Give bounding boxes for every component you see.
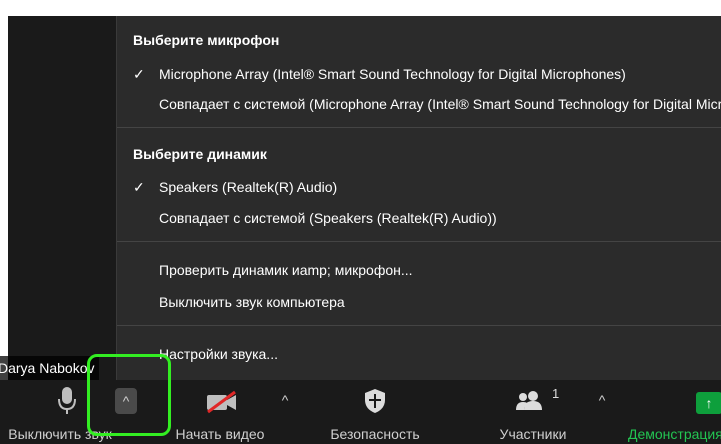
mute-computer-audio-item[interactable]: Выключить звук компьютера (133, 290, 721, 314)
start-video-label: Начать видео (175, 426, 265, 442)
share-screen-label: Демонстрация (628, 426, 721, 442)
speaker-item-realtek[interactable]: ✓ Speakers (Realtek(R) Audio) (133, 175, 721, 199)
highlight-annotation (87, 354, 171, 436)
microphone-item-same-as-system[interactable]: Совпадает с системой (Microphone Array (… (133, 92, 721, 116)
audio-settings-label: Настройки звука... (159, 346, 278, 362)
menu-divider (117, 241, 721, 242)
menu-divider (117, 325, 721, 326)
microphone-icon (58, 387, 76, 414)
participant-name: Darya Nabokov (0, 360, 95, 376)
audio-options-menu: Выберите микрофон ✓ Microphone Array (Int… (116, 16, 721, 380)
speaker-section-title: Выберите динамик (133, 146, 267, 162)
video-off-icon (207, 390, 236, 414)
participant-name-tag: Darya Nabokov (0, 356, 99, 380)
security-label: Безопасность (330, 426, 420, 442)
participants-count: 1 (552, 386, 560, 401)
share-screen-icon: ↑ (696, 392, 721, 414)
start-video-button[interactable]: Начать видео (165, 380, 275, 444)
speaker-item-label: Совпадает с системой (Speakers (Realtek(… (159, 210, 497, 226)
speaker-item-same-as-system[interactable]: Совпадает с системой (Speakers (Realtek(… (133, 206, 721, 230)
mute-computer-audio-label: Выключить звук компьютера (159, 294, 345, 310)
menu-divider (117, 127, 721, 128)
check-icon: ✓ (133, 66, 145, 82)
test-speaker-mic-label: Проверить динамик иamp; микрофон... (159, 262, 413, 278)
security-button[interactable]: Безопасность (320, 380, 430, 444)
video-options-caret[interactable]: ^ (275, 390, 295, 410)
participants-icon (516, 391, 542, 410)
shield-icon (365, 389, 385, 413)
participants-options-caret[interactable]: ^ (592, 390, 612, 410)
microphone-item-label: Совпадает с системой (Microphone Array (… (159, 96, 721, 112)
share-screen-button[interactable]: ↑ Демонстрация (628, 380, 721, 444)
audio-settings-item[interactable]: Настройки звука... (133, 342, 721, 366)
microphone-item-intel-array[interactable]: ✓ Microphone Array (Intel® Smart Sound Te… (133, 62, 721, 86)
speaker-item-label: Speakers (Realtek(R) Audio) (159, 179, 338, 195)
test-speaker-mic-item[interactable]: Проверить динамик иamp; микрофон... (133, 258, 721, 282)
participants-label: Участники (499, 426, 567, 442)
participants-button[interactable]: 1 Участники (478, 380, 588, 444)
microphone-section-title: Выберите микрофон (133, 32, 280, 48)
check-icon: ✓ (133, 179, 145, 195)
microphone-item-label: Microphone Array (Intel® Smart Sound Tec… (159, 66, 626, 82)
